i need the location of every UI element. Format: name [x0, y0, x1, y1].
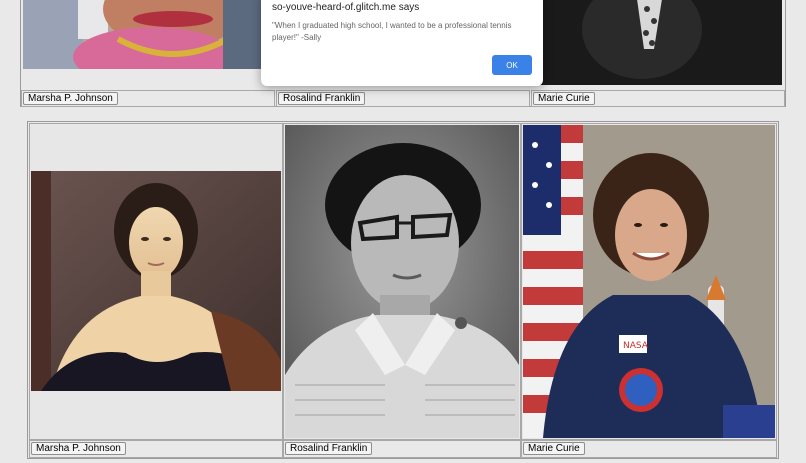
bottom-button-cell-3: Marie Curie — [521, 440, 777, 458]
guess-button-marsha-johnson[interactable]: Marsha P. Johnson — [31, 442, 126, 455]
portrait-photo-2 — [285, 125, 519, 438]
portrait-cell-1 — [29, 123, 283, 440]
alert-title: so-youve-heard-of.glitch.me says — [272, 2, 420, 13]
guess-button-marie-curie[interactable]: Marie Curie — [523, 442, 585, 455]
svg-text:NASA: NASA — [623, 341, 649, 351]
portrait-photo-3: NASA — [523, 125, 775, 438]
bottom-portrait-grid: NASA Marsha P. Johnson Rosalind Franklin… — [27, 121, 779, 459]
top-button-cell-1: Marsha P. Johnson — [21, 90, 275, 107]
top-button-cell-2: Rosalind Franklin — [276, 90, 530, 107]
portrait-photo-3-top — [532, 0, 782, 85]
alert-ok-button[interactable]: OK — [492, 55, 532, 75]
guess-button-rosalind-franklin-top[interactable]: Rosalind Franklin — [278, 92, 366, 105]
portrait-cell-3: NASA — [521, 123, 777, 440]
alert-message: "When I graduated high school, I wanted … — [272, 21, 512, 42]
portrait-photo-1 — [31, 171, 281, 391]
bottom-button-cell-2: Rosalind Franklin — [283, 440, 521, 458]
bottom-button-cell-1: Marsha P. Johnson — [29, 440, 283, 458]
guess-button-marsha-johnson-top[interactable]: Marsha P. Johnson — [23, 92, 118, 105]
guess-button-rosalind-franklin[interactable]: Rosalind Franklin — [285, 442, 373, 455]
guess-button-marie-curie-top[interactable]: Marie Curie — [533, 92, 595, 105]
alert-dialog: so-youve-heard-of.glitch.me says "When I… — [261, 0, 543, 86]
portrait-cell-2 — [283, 123, 521, 440]
top-button-cell-3: Marie Curie — [531, 90, 785, 107]
portrait-photo-1-top — [23, 0, 263, 69]
